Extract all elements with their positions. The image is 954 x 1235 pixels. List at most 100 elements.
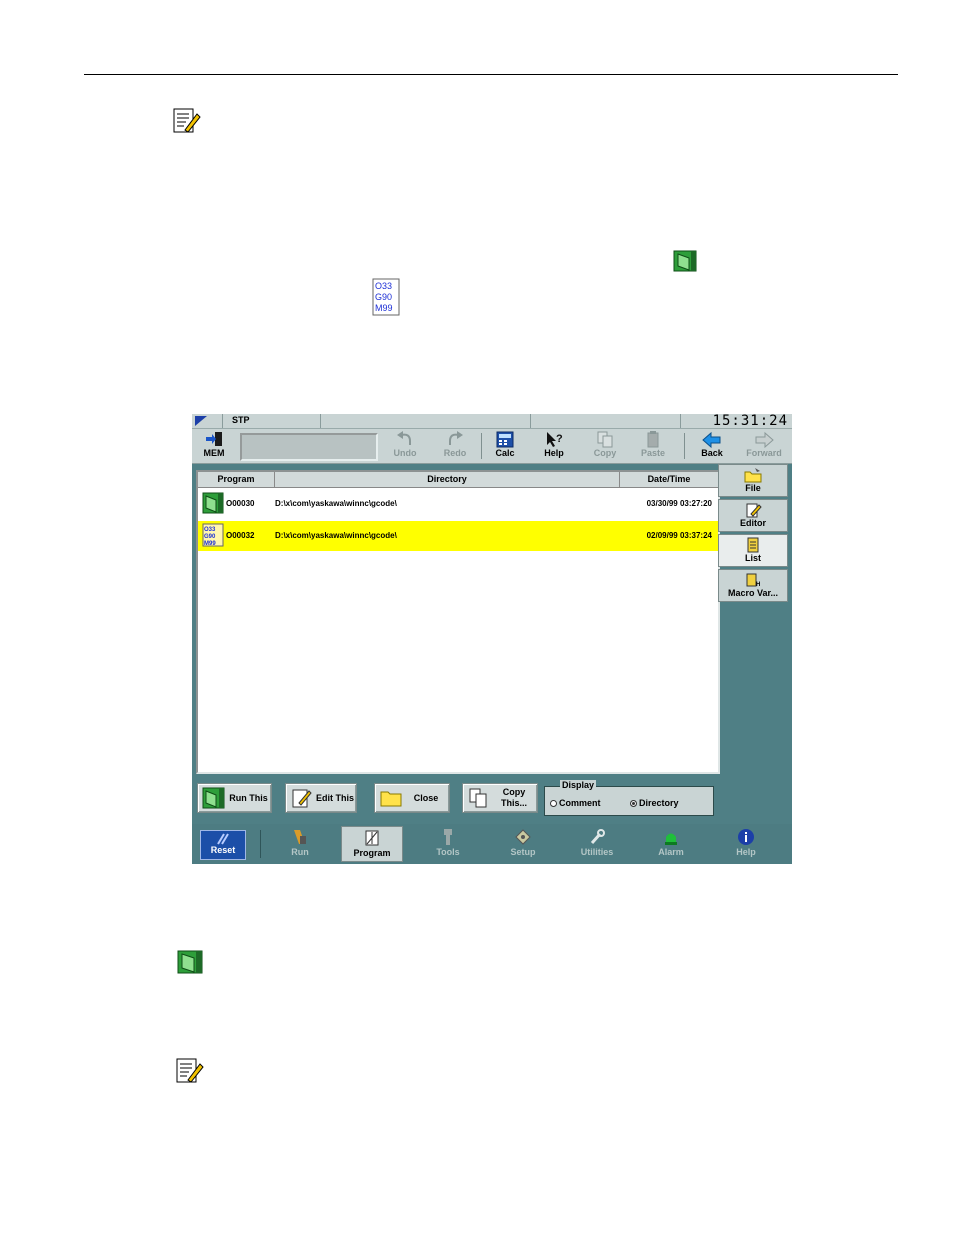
nav-alarm-label: Alarm <box>658 847 684 857</box>
row-program: O00032 <box>226 531 255 540</box>
row-datetime: 03/30/99 03:27:20 <box>646 499 712 508</box>
tab-list-label: List <box>744 553 761 563</box>
reset-label: Reset <box>210 845 236 855</box>
close-label: Close <box>413 792 439 803</box>
calc-button[interactable]: Calc <box>482 430 528 462</box>
radio-checked-icon <box>630 800 637 808</box>
folder-icon <box>380 791 402 807</box>
row-program: O00030 <box>226 499 255 508</box>
mem-arrow-icon <box>206 432 222 446</box>
calc-label: Calc <box>495 448 515 458</box>
redo-label: Redo <box>443 448 467 458</box>
column-header-directory[interactable]: Directory <box>275 472 620 487</box>
table-row-selected[interactable]: O33 G90 M99 O00032 D:\x\com\yaskawa\winn… <box>198 521 718 551</box>
svg-text:?: ? <box>556 433 563 445</box>
nav-utilities[interactable]: Utilities <box>566 826 628 862</box>
back-arrow-icon <box>702 431 721 448</box>
undo-button[interactable]: Undo <box>382 430 428 462</box>
close-button[interactable]: Close <box>374 783 450 813</box>
status-divider <box>530 414 531 428</box>
note-pencil-icon <box>173 108 201 133</box>
nav-help-label: Help <box>736 847 756 857</box>
radio-unchecked-icon <box>550 800 557 808</box>
svg-text:M99: M99 <box>204 541 216 547</box>
gcode-file-icon: O33 G90 M99 <box>372 278 400 316</box>
tab-list[interactable]: List <box>718 534 788 567</box>
program-icon <box>365 830 379 846</box>
command-input[interactable] <box>240 433 378 461</box>
header-rule <box>84 74 898 75</box>
reset-button[interactable]: Reset <box>200 830 246 860</box>
run-program-icon <box>202 492 224 514</box>
alarm-light-icon <box>665 833 677 845</box>
forward-label: Forward <box>746 448 782 458</box>
column-header-program[interactable]: Program <box>198 472 275 487</box>
row-datetime: 02/09/99 03:37:24 <box>646 531 712 540</box>
help-label: Help <box>544 448 564 458</box>
forward-button[interactable]: Forward <box>741 430 787 462</box>
display-legend: Display <box>560 780 597 790</box>
tab-macro-var[interactable]: H Macro Var... <box>718 569 788 602</box>
svg-text:O33: O33 <box>375 281 392 291</box>
redo-icon <box>449 431 463 445</box>
toolbar-divider <box>684 433 685 459</box>
display-comment-radio[interactable]: Comment <box>550 798 601 808</box>
paste-button[interactable]: Paste <box>630 430 676 462</box>
nav-setup[interactable]: Setup <box>492 826 554 862</box>
paste-label: Paste <box>640 448 666 458</box>
nav-tools[interactable]: Tools <box>417 826 479 862</box>
svg-text:O33: O33 <box>204 527 216 533</box>
info-icon <box>738 829 754 845</box>
tab-file[interactable]: File <box>718 464 788 497</box>
table-row[interactable]: O00030 D:\x\com\yaskawa\winnc\gcode\ 03/… <box>198 489 718 519</box>
copy-button[interactable]: Copy <box>582 430 628 462</box>
back-label: Back <box>701 448 723 458</box>
nav-run[interactable]: Run <box>269 826 331 862</box>
editor-icon <box>746 503 762 518</box>
run-this-button[interactable]: Run This <box>197 783 272 813</box>
help-pointer-button[interactable]: ? Help <box>531 430 577 462</box>
tools-icon <box>444 829 452 845</box>
gcode-file-icon: O33 G90 M99 <box>202 523 224 547</box>
cnc-screen: STP 15:31:24 MEM Undo Redo Calc ? Help C… <box>192 414 792 864</box>
tab-editor-label: Editor <box>740 518 766 528</box>
undo-label: Undo <box>393 448 417 458</box>
tab-editor[interactable]: Editor <box>718 499 788 532</box>
status-divider <box>222 414 223 428</box>
copy-this-label: Copy This... <box>500 787 527 808</box>
tab-file-label: File <box>745 483 761 493</box>
program-list-panel: Program Directory Date/Time O00030 D:\x\… <box>196 470 720 774</box>
nav-setup-label: Setup <box>510 847 536 857</box>
paste-icon <box>647 431 659 448</box>
back-button[interactable]: Back <box>689 430 735 462</box>
wrench-icon <box>590 829 605 844</box>
side-tab-bar: File Editor List H Macro Var... <box>718 464 790 824</box>
nav-alarm[interactable]: Alarm <box>640 826 702 862</box>
run-program-icon <box>673 250 697 272</box>
run-program-icon <box>202 787 225 809</box>
edit-pencil-icon <box>292 789 312 808</box>
nav-program[interactable]: Program <box>341 826 403 862</box>
column-header-datetime[interactable]: Date/Time <box>620 472 718 487</box>
run-program-icon <box>177 950 203 974</box>
yaskawa-logo-icon <box>195 416 207 426</box>
copy-this-button[interactable]: Copy This... <box>462 783 538 813</box>
redo-button[interactable]: Redo <box>432 430 478 462</box>
macro-var-icon: H <box>746 573 760 588</box>
edit-this-button[interactable]: Edit This <box>285 783 357 813</box>
copy-label: Copy <box>593 448 617 458</box>
edit-this-label: Edit This <box>316 792 354 803</box>
setup-icon <box>515 829 531 845</box>
toolbar: MEM Undo Redo Calc ? Help Copy Paste Bac… <box>192 429 792 464</box>
svg-text:G90: G90 <box>204 534 216 540</box>
list-icon <box>747 537 759 553</box>
file-folder-icon <box>744 468 762 483</box>
row-directory: D:\x\com\yaskawa\winnc\gcode\ <box>275 499 397 508</box>
clock-display: 15:31:24 <box>712 413 788 429</box>
mem-mode-button[interactable]: MEM <box>196 430 232 462</box>
display-directory-radio[interactable]: Directory <box>630 798 679 808</box>
nav-help[interactable]: Help <box>715 826 777 862</box>
main-nav-bar: Reset Run Program Tools Setup Utilities … <box>192 824 792 864</box>
svg-text:M99: M99 <box>375 303 393 313</box>
undo-icon <box>397 431 411 445</box>
